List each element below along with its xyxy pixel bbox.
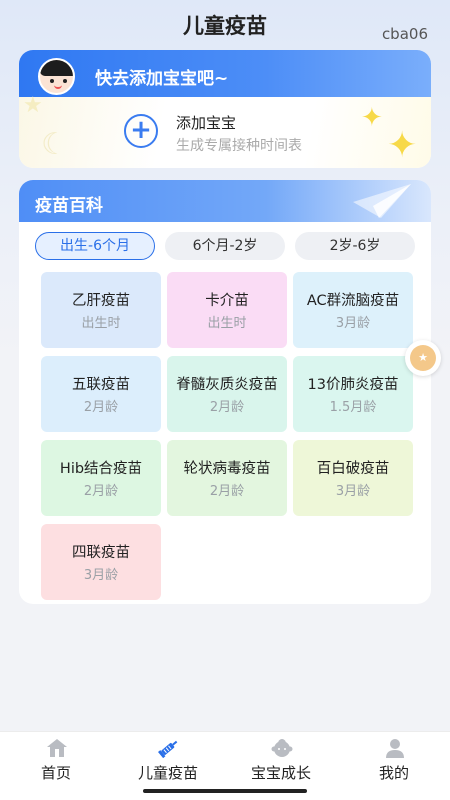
tab-2-6-years[interactable]: 2岁-6岁	[295, 232, 415, 260]
vaccine-card[interactable]: 13价肺炎疫苗 1.5月龄	[293, 356, 413, 432]
nav-item-vaccine[interactable]: 儿童疫苗	[112, 732, 224, 792]
moon-decor-icon: ☾	[41, 127, 68, 162]
add-baby-card[interactable]: 快去添加宝宝吧~ ★ ☾ + 添加宝宝 生成专属接种时间表 ✦ ✦	[19, 50, 431, 168]
vaccine-age: 出生时	[207, 316, 247, 331]
tab-6-months-2-years[interactable]: 6个月-2岁	[165, 232, 285, 260]
vaccine-encyclopedia: 疫苗百科 出生-6个月 6个月-2岁 2岁-6岁 乙肝疫苗 出生时 卡介苗 出生…	[19, 180, 431, 604]
vaccine-name: 百白破疫苗	[316, 461, 390, 477]
vaccine-card[interactable]: 轮状病毒疫苗 2月龄	[167, 440, 287, 516]
encyclopedia-header: 疫苗百科	[19, 180, 431, 222]
vaccine-name: 四联疫苗	[72, 545, 130, 561]
banner-text: 快去添加宝宝吧~	[95, 69, 229, 89]
nav-item-home[interactable]: 首页	[0, 732, 112, 792]
star-decor-icon: ★	[23, 93, 43, 118]
star-decor-icon: ✦	[361, 103, 383, 133]
vaccine-card[interactable]: 卡介苗 出生时	[167, 272, 287, 348]
add-baby-subtitle: 生成专属接种时间表	[176, 138, 302, 154]
encyclopedia-title: 疫苗百科	[35, 196, 103, 216]
vaccine-card[interactable]: 四联疫苗 3月龄	[41, 524, 161, 600]
vaccine-age: 3月龄	[83, 568, 119, 583]
user-id[interactable]: cba06	[382, 25, 428, 43]
nav-label-mine: 我的	[378, 764, 409, 782]
add-baby-banner: 快去添加宝宝吧~	[19, 50, 431, 97]
vaccine-name: 五联疫苗	[72, 377, 130, 393]
syringe-icon	[158, 740, 178, 758]
vaccine-age: 2月龄	[209, 484, 245, 499]
age-tabs: 出生-6个月 6个月-2岁 2岁-6岁	[35, 232, 415, 260]
vaccine-name: 轮状病毒疫苗	[183, 461, 271, 477]
baby-icon	[271, 739, 293, 757]
nav-item-mine[interactable]: 我的	[338, 732, 450, 792]
vaccine-name: Hib结合疫苗	[59, 461, 143, 477]
home-indicator[interactable]	[143, 789, 307, 793]
vaccine-age: 2月龄	[83, 400, 119, 415]
star-decor-icon: ✦	[387, 125, 418, 166]
vaccine-age: 2月龄	[83, 484, 119, 499]
header: 儿童疫苗 cba06	[0, 0, 450, 50]
add-baby-button[interactable]: +	[124, 114, 158, 148]
add-baby-body: ★ ☾ + 添加宝宝 生成专属接种时间表 ✦ ✦	[19, 93, 431, 168]
home-icon	[47, 739, 67, 757]
vaccine-card[interactable]: 脊髓灰质炎疫苗 2月龄	[167, 356, 287, 432]
vaccine-card[interactable]: 五联疫苗 2月龄	[41, 356, 161, 432]
paper-plane-icon	[353, 184, 411, 218]
vaccine-age: 出生时	[81, 316, 121, 331]
baby-avatar-icon	[38, 58, 75, 95]
vaccine-age: 3月龄	[335, 484, 371, 499]
vaccine-age: 1.5月龄	[329, 400, 377, 415]
vaccine-age: 3月龄	[335, 316, 371, 331]
sparkle-icon: ★	[410, 345, 436, 371]
vaccine-card[interactable]: 乙肝疫苗 出生时	[41, 272, 161, 348]
tab-0-6-months[interactable]: 出生-6个月	[35, 232, 155, 260]
screen: 儿童疫苗 cba06 快去添加宝宝吧~ ★ ☾ + 添加宝宝 生成专属接种时间表…	[0, 0, 450, 800]
vaccine-name: 13价肺炎疫苗	[307, 377, 399, 393]
nav-label-growth: 宝宝成长	[250, 764, 311, 782]
vaccine-name: 乙肝疫苗	[72, 293, 130, 309]
vaccine-age: 2月龄	[209, 400, 245, 415]
vaccine-name: 卡介苗	[205, 293, 249, 309]
nav-label-home: 首页	[40, 764, 71, 782]
person-icon	[386, 739, 404, 758]
vaccine-card[interactable]: Hib结合疫苗 2月龄	[41, 440, 161, 516]
vaccine-card[interactable]: 百白破疫苗 3月龄	[293, 440, 413, 516]
vaccine-name: 脊髓灰质炎疫苗	[176, 377, 278, 393]
nav-label-vaccine: 儿童疫苗	[137, 764, 198, 782]
vaccine-name: AC群流脑疫苗	[306, 293, 400, 309]
floating-assistant-button[interactable]: ★	[405, 340, 441, 376]
nav-item-growth[interactable]: 宝宝成长	[225, 732, 337, 792]
vaccine-card[interactable]: AC群流脑疫苗 3月龄	[293, 272, 413, 348]
add-baby-title[interactable]: 添加宝宝	[176, 112, 236, 133]
